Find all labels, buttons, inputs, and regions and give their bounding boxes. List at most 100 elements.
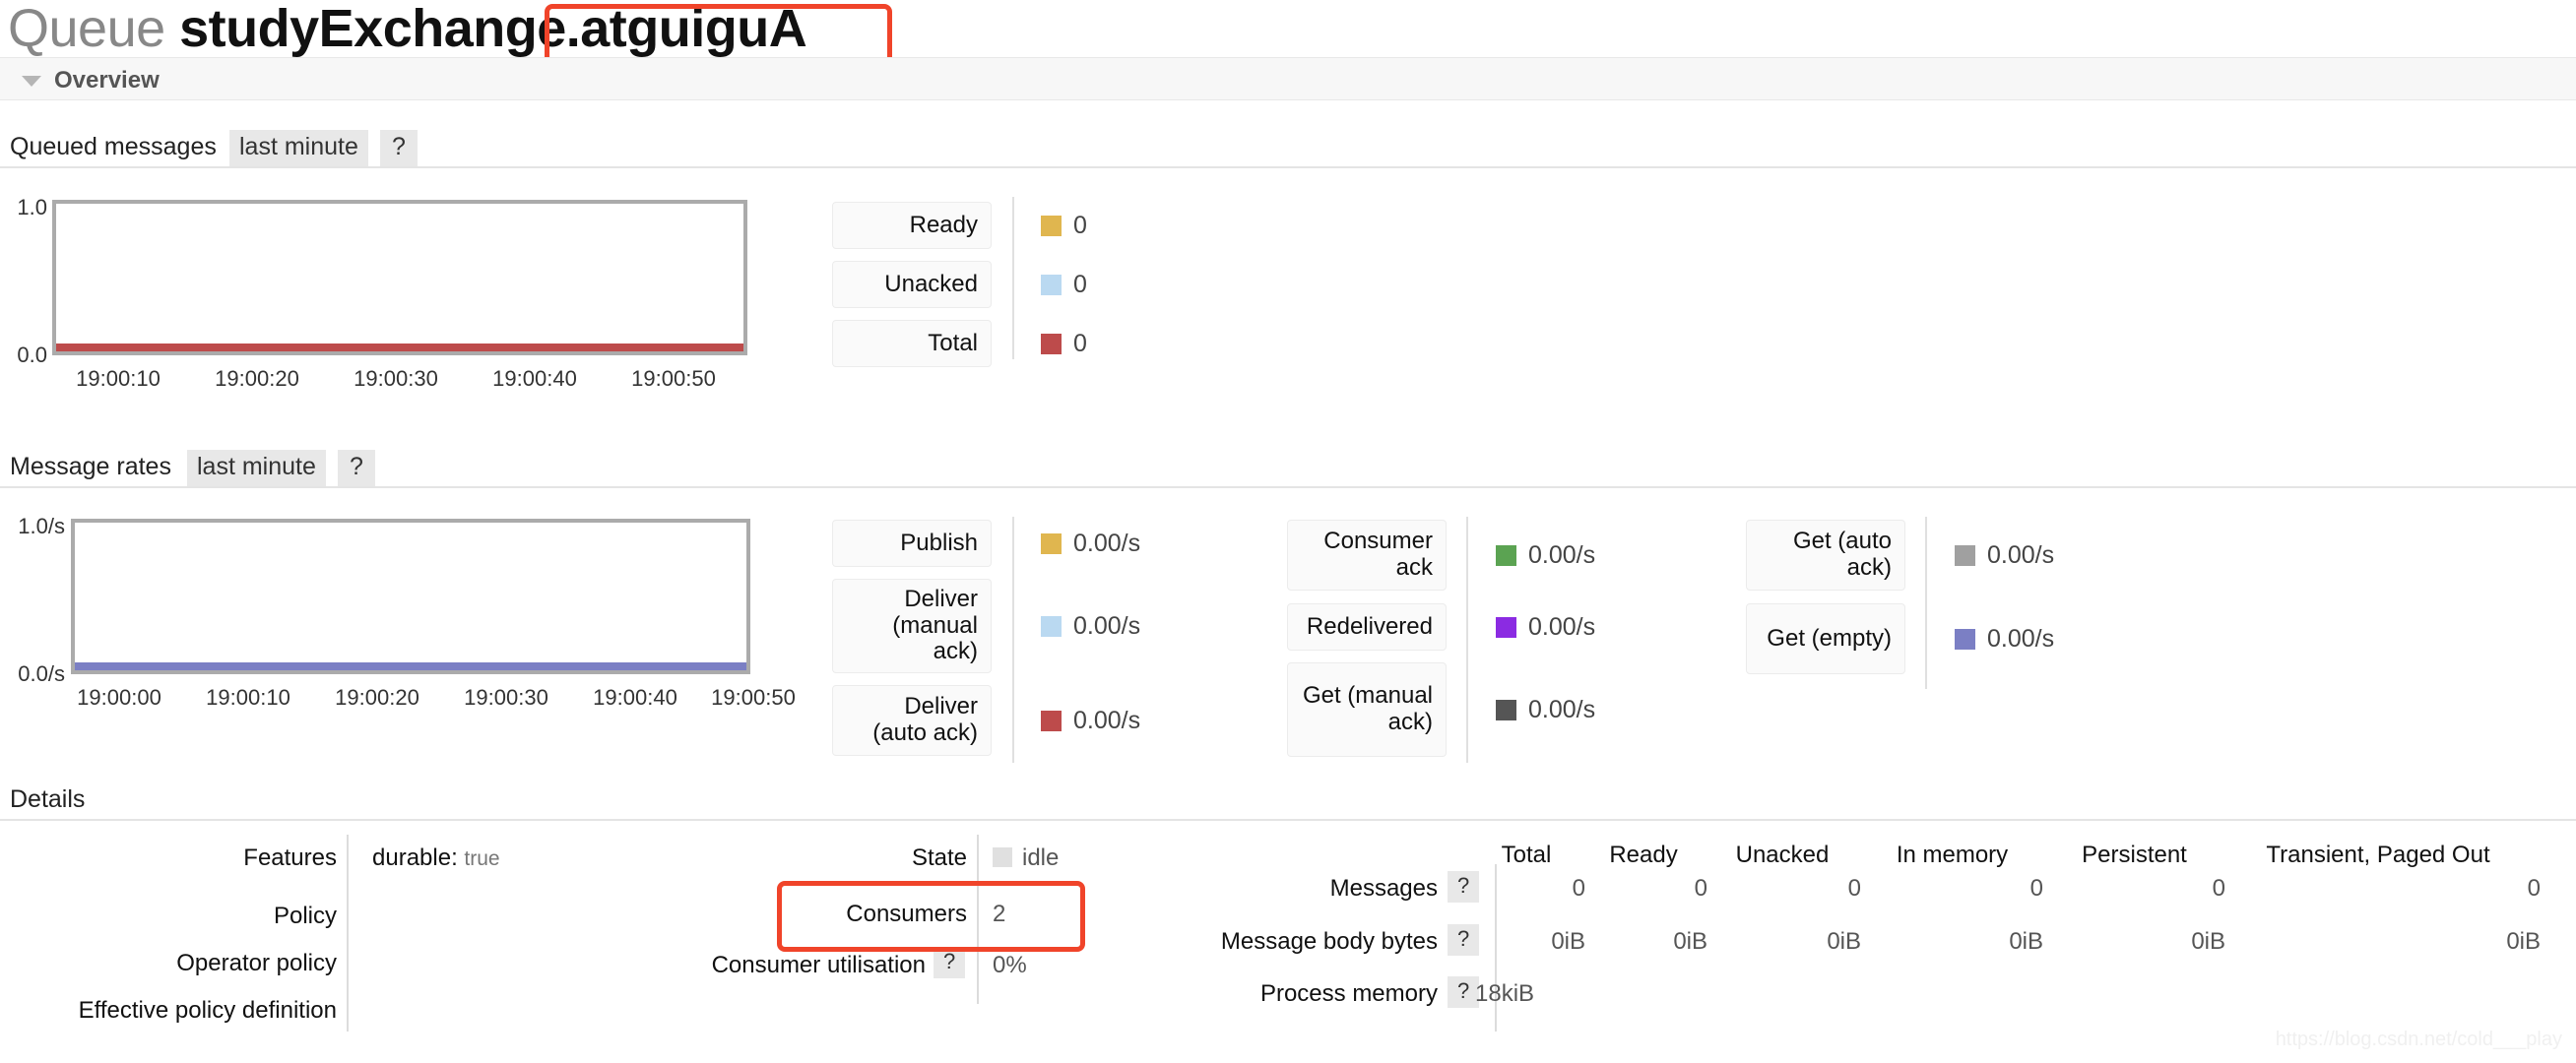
details-label-features: Features	[243, 844, 337, 871]
legend-row-get-auto-ack: Get (auto ack) 0.00/s	[1746, 520, 2054, 591]
legend-swatch-redelivered	[1496, 616, 1516, 638]
legend-row-deliver-auto-ack: Deliver (auto ack) 0.00/s	[832, 685, 1140, 756]
rates-chart-xtick-0: 19:00:00	[77, 685, 161, 710]
legend-button-deliver-auto-ack[interactable]: Deliver (auto ack)	[832, 685, 992, 756]
legend-button-redelivered[interactable]: Redelivered	[1287, 603, 1447, 651]
rates-chart-xtick-1: 19:00:10	[206, 685, 290, 710]
rates-chart-ytick-min: 0.0/s	[18, 661, 65, 686]
stats-cell-messages-unacked: 0	[1847, 875, 1861, 902]
page-title-exchange: studyExchange.	[179, 0, 581, 58]
queued-messages-help-icon[interactable]: ?	[380, 130, 418, 166]
page-title: Queue studyExchange.atguiguA	[8, 0, 807, 59]
stats-cell-bytes-unacked: 0iB	[1827, 928, 1861, 955]
details-label-consumers: Consumers	[846, 901, 967, 927]
legend-button-deliver-manual-ack[interactable]: Deliver (manual ack)	[832, 579, 992, 673]
stats-cell-bytes-total: 0iB	[1551, 928, 1585, 955]
queued-chart-ytick-min: 0.0	[17, 343, 47, 367]
legend-button-unacked[interactable]: Unacked	[832, 261, 992, 308]
legend-value-publish: 0.00/s	[1073, 529, 1141, 557]
stats-cell-messages-ready: 0	[1694, 875, 1707, 902]
rates-chart-xtick-2: 19:00:20	[335, 685, 419, 710]
rates-chart-ytick-max: 1.0/s	[18, 514, 65, 538]
queued-chart-plot-area	[52, 200, 747, 355]
watermark: https://blog.csdn.net/cold___play	[2275, 1029, 2562, 1050]
legend-swatch-total	[1041, 333, 1062, 354]
stats-row-label-message-body-bytes: Message body bytes	[1220, 928, 1438, 955]
legend-button-publish[interactable]: Publish	[832, 520, 992, 567]
triangle-down-icon[interactable]	[22, 76, 41, 87]
stats-column-header-total: Total	[1501, 842, 1552, 868]
legend-button-consumer-ack[interactable]: Consumer ack	[1287, 520, 1447, 591]
queued-messages-subheader: Queued messages last minute ?	[0, 130, 2576, 168]
legend-swatch-publish	[1041, 532, 1062, 554]
legend-swatch-ready	[1041, 215, 1062, 236]
legend-value-deliver-manual-ack: 0.00/s	[1073, 611, 1141, 640]
legend-button-total[interactable]: Total	[832, 320, 992, 367]
stats-column-header-in-memory: In memory	[1896, 842, 2009, 868]
queued-messages-range-tab[interactable]: last minute	[229, 130, 368, 166]
legend-swatch-get-manual-ack	[1496, 699, 1516, 720]
stats-cell-bytes-ready: 0iB	[1673, 928, 1707, 955]
legend-value-total: 0	[1073, 329, 1087, 357]
stats-cell-process-memory-total: 18kiB	[1475, 980, 1535, 1007]
state-text: idle	[1022, 844, 1060, 871]
stats-cell-messages-persistent: 0	[2212, 875, 2225, 902]
rates-chart-xtick-5: 19:00:50	[711, 685, 796, 710]
details-value-consumer-utilisation: 0%	[993, 952, 1027, 978]
details-middle-divider	[977, 835, 979, 1004]
legend-value-ready: 0	[1073, 211, 1087, 239]
stats-cell-bytes-in-memory: 0iB	[2009, 928, 2043, 955]
legend-row-get-manual-ack: Get (manual ack) 0.00/s	[1287, 662, 1595, 757]
legend-button-get-manual-ack[interactable]: Get (manual ack)	[1287, 662, 1447, 757]
overview-section-label: Overview	[54, 67, 160, 94]
queued-chart-series-total-line	[56, 344, 743, 351]
rates-chart-plot-area	[71, 519, 750, 674]
details-label-effective-policy-definition: Effective policy definition	[78, 997, 337, 1024]
stats-column-header-ready: Ready	[1609, 842, 1678, 868]
legend-button-ready[interactable]: Ready	[832, 202, 992, 249]
queue-detail-page: Queue studyExchange.atguiguA Overview Qu…	[0, 0, 2576, 1063]
stats-column-header-persistent: Persistent	[2082, 842, 2187, 868]
stats-row-label-messages: Messages	[1329, 875, 1438, 902]
details-label-state: State	[911, 844, 967, 871]
legend-row-unacked: Unacked 0	[832, 261, 1087, 308]
stats-column-header-unacked: Unacked	[1735, 842, 1830, 868]
message-rates-heading: Message rates	[10, 453, 171, 480]
stats-cell-messages-transient-paged-out: 0	[2527, 875, 2541, 902]
legend-swatch-get-empty	[1955, 628, 1975, 650]
rates-chart-series-line	[75, 662, 746, 670]
details-left-divider	[347, 835, 349, 1032]
legend-value-unacked: 0	[1073, 270, 1087, 298]
legend-swatch-deliver-auto-ack	[1041, 710, 1062, 731]
legend-row-total: Total 0	[832, 320, 1087, 367]
message-rates-range-tab[interactable]: last minute	[187, 450, 326, 486]
details-label-policy: Policy	[273, 903, 337, 929]
legend-swatch-get-auto-ack	[1955, 544, 1975, 566]
details-subheader: Details	[0, 785, 2576, 821]
legend-row-consumer-ack: Consumer ack 0.00/s	[1287, 520, 1595, 591]
legend-row-ready: Ready 0	[832, 202, 1087, 249]
legend-value-deliver-auto-ack: 0.00/s	[1073, 706, 1141, 734]
rates-chart-xtick-4: 19:00:40	[593, 685, 677, 710]
stats-cell-bytes-persistent: 0iB	[2191, 928, 2225, 955]
legend-row-publish: Publish 0.00/s	[832, 520, 1140, 567]
stats-cell-bytes-transient-paged-out: 0iB	[2506, 928, 2541, 955]
legend-value-get-empty: 0.00/s	[1987, 624, 2055, 653]
queued-chart-ytick-max: 1.0	[17, 195, 47, 219]
stats-column-header-transient-paged-out: Transient, Paged Out	[2266, 842, 2490, 868]
stats-cell-messages-total: 0	[1572, 875, 1585, 902]
legend-button-get-auto-ack[interactable]: Get (auto ack)	[1746, 520, 1905, 591]
rates-chart-xtick-3: 19:00:30	[464, 685, 548, 710]
legend-button-get-empty[interactable]: Get (empty)	[1746, 603, 1905, 674]
stats-row-label-process-memory: Process memory	[1259, 980, 1438, 1007]
overview-section-header[interactable]: Overview	[0, 57, 2576, 100]
consumer-utilisation-help-icon[interactable]: ?	[934, 947, 966, 978]
legend-row-deliver-manual-ack: Deliver (manual ack) 0.00/s	[832, 579, 1140, 673]
legend-row-get-empty: Get (empty) 0.00/s	[1746, 603, 2054, 674]
message-rates-help-icon[interactable]: ?	[338, 450, 375, 486]
features-durable-value: true	[464, 847, 500, 870]
queued-chart-xtick-2: 19:00:30	[354, 366, 438, 391]
legend-value-consumer-ack: 0.00/s	[1528, 540, 1596, 569]
queued-chart-xtick-3: 19:00:40	[492, 366, 577, 391]
state-indicator-icon	[993, 847, 1012, 867]
